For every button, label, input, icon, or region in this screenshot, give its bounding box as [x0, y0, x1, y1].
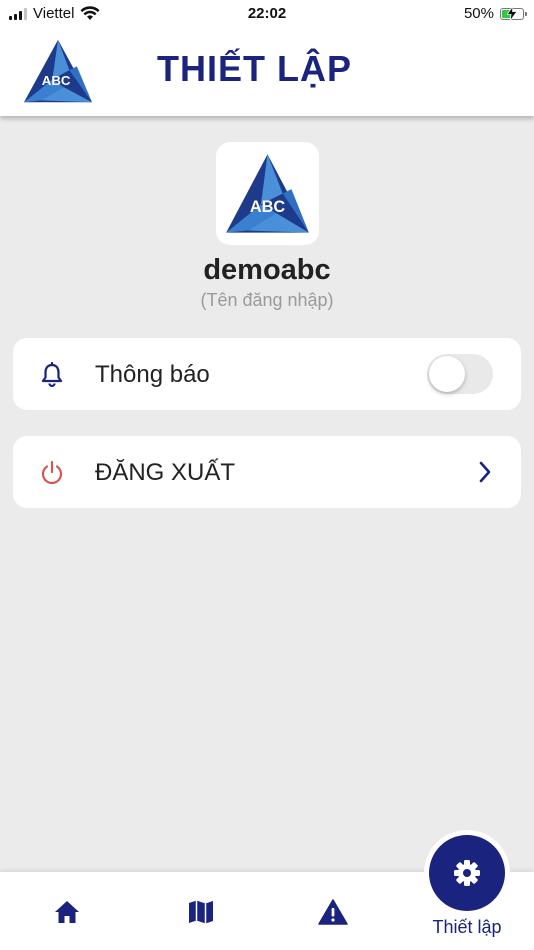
- home-icon: [55, 901, 79, 923]
- logo-text: ABC: [250, 198, 286, 216]
- abc-logo: ABC: [226, 154, 309, 233]
- notifications-row: Thông báo: [13, 338, 521, 410]
- charging-bolt-icon: [507, 5, 517, 21]
- username-caption: (Tên đăng nhập): [200, 290, 334, 310]
- app-header: ABC THIẾT LẬP: [0, 28, 534, 116]
- status-bar-right: 50%: [463, 5, 527, 22]
- bell-icon: [41, 362, 63, 388]
- map-icon: [189, 900, 213, 924]
- notifications-label: Thông báo: [95, 361, 210, 388]
- logo-text: ABC: [42, 73, 71, 88]
- toggle-knob: [429, 356, 465, 392]
- warning-icon: [318, 899, 348, 925]
- power-icon: [41, 460, 63, 485]
- nav-settings-label[interactable]: Thiết lập: [418, 917, 516, 938]
- avatar: ABC: [216, 142, 319, 245]
- battery-icon: [500, 5, 527, 21]
- abc-logo: ABC: [24, 39, 92, 103]
- nav-map[interactable]: [186, 898, 216, 926]
- nav-settings-button[interactable]: [424, 830, 510, 916]
- status-time: 22:02: [247, 5, 287, 22]
- status-bar: Viettel 22:02 50%: [0, 0, 534, 28]
- nav-home[interactable]: [52, 898, 82, 926]
- page-title: THIẾT LẬP: [157, 48, 352, 89]
- nav-settings-circle: [429, 835, 505, 911]
- chevron-right-icon: [479, 461, 491, 483]
- username: demoabc: [203, 254, 331, 286]
- nav-alerts[interactable]: [318, 898, 348, 926]
- gear-icon: [454, 860, 480, 886]
- battery-percent: 50%: [463, 5, 494, 22]
- logout-button[interactable]: ĐĂNG XUẤT: [13, 436, 521, 508]
- notifications-toggle[interactable]: [427, 354, 493, 394]
- logout-label: ĐĂNG XUẤT: [95, 459, 236, 486]
